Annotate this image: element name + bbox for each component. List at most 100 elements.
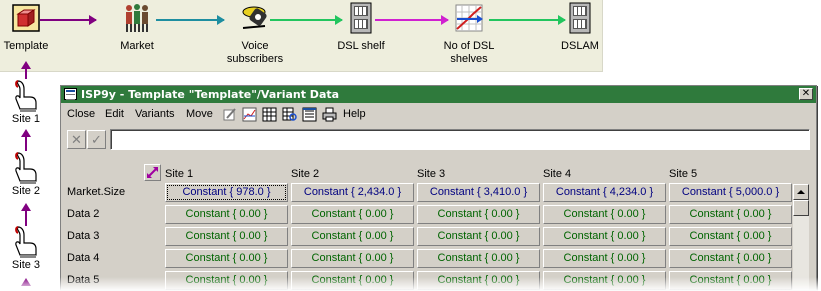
link-arrow: [21, 278, 31, 286]
equipment-rack-icon: [345, 2, 377, 34]
table-tool-button[interactable]: [261, 106, 278, 123]
diagram-node-template[interactable]: Template: [0, 0, 52, 70]
value-cell[interactable]: Constant { 0.00 }: [417, 205, 540, 224]
value-cell[interactable]: Constant { 0.00 }: [543, 249, 666, 268]
value-cell[interactable]: Constant { 0.00 }: [417, 271, 540, 290]
column-header-site-2[interactable]: Site 2: [291, 168, 319, 180]
model-diagram: Template Market Voice subscribers DSL sh…: [0, 0, 603, 72]
people-icon: [121, 2, 153, 34]
vertical-scrollbar[interactable]: [793, 184, 809, 290]
diagram-link: [40, 15, 97, 25]
column-header-site-5[interactable]: Site 5: [669, 168, 697, 180]
value-cell[interactable]: Constant { 0.00 }: [417, 227, 540, 246]
diagram-node-label: DSL shelf: [337, 40, 385, 52]
value-cell[interactable]: Constant { 0.00 }: [291, 205, 414, 224]
site-node-2[interactable]: Site 2: [4, 151, 48, 197]
site-link: [25, 135, 27, 151]
menu-move[interactable]: Move: [186, 108, 213, 120]
hand-pointer-icon: [15, 80, 37, 112]
site-label: Site 1: [11, 113, 41, 125]
edit-tool-button[interactable]: [221, 106, 238, 123]
template-cube-icon: [10, 2, 42, 34]
diagram-node-voice-subscribers[interactable]: Voice subscribers: [218, 0, 292, 70]
value-cell[interactable]: Constant { 5,000.0 }: [669, 183, 792, 202]
menu-variants[interactable]: Variants: [135, 108, 175, 120]
value-cell[interactable]: Constant { 0.00 }: [165, 227, 288, 246]
graph-icon: [453, 2, 485, 34]
find-tool-button[interactable]: [281, 106, 298, 123]
row-header-data-2[interactable]: Data 2: [67, 208, 99, 220]
site-link: [25, 209, 27, 226]
diagram-node-label: Template: [3, 40, 49, 52]
row-header-market-size[interactable]: Market.Size: [67, 186, 125, 198]
diagram-node-label: Market: [120, 40, 154, 52]
edit-icon: [223, 108, 236, 121]
menu-close[interactable]: Close: [67, 108, 95, 120]
value-cell[interactable]: Constant { 0.00 }: [669, 205, 792, 224]
print-tool-button[interactable]: [321, 106, 338, 123]
value-cell[interactable]: Constant { 0.00 }: [543, 271, 666, 290]
value-cell[interactable]: Constant { 4,234.0 }: [543, 183, 666, 202]
diagram-node-label: No of DSL shelves: [443, 40, 495, 65]
diagram-node-market[interactable]: Market: [105, 0, 169, 70]
row-header-data-5[interactable]: Data 5: [67, 274, 99, 286]
variant-data-window: ISP9y - Template "Template"/Variant Data…: [60, 85, 817, 291]
chart-icon: [242, 107, 257, 122]
value-cell[interactable]: Constant { 0.00 }: [417, 249, 540, 268]
value-cell[interactable]: Constant { 0.00 }: [165, 271, 288, 290]
value-cell[interactable]: Constant { 2,434.0 }: [291, 183, 414, 202]
site-node-3[interactable]: Site 3: [4, 225, 48, 271]
diagram-link: [489, 15, 566, 25]
window-title: ISP9y - Template "Template"/Variant Data: [81, 88, 340, 101]
expand-grid-button[interactable]: [144, 164, 161, 181]
value-cell[interactable]: Constant { 0.00 }: [291, 227, 414, 246]
hand-pointer-icon: [15, 226, 37, 258]
diagram-node-label: Voice subscribers: [226, 40, 284, 65]
value-cell[interactable]: Constant { 3,410.0 }: [417, 183, 540, 202]
table-icon: [262, 107, 277, 122]
site-label: Site 2: [11, 185, 41, 197]
list-tool-button[interactable]: [301, 106, 318, 123]
value-cell[interactable]: Constant { 0.00 }: [669, 249, 792, 268]
diagram-node-no-of-dsl-shelves[interactable]: No of DSL shelves: [436, 0, 502, 70]
diagram-node-label: DSLAM: [561, 40, 599, 52]
hand-pointer-icon: [15, 152, 37, 184]
value-cell[interactable]: Constant { 0.00 }: [543, 227, 666, 246]
find-icon: [282, 107, 297, 121]
menu-help[interactable]: Help: [343, 108, 366, 120]
column-header-site-3[interactable]: Site 3: [417, 168, 445, 180]
site-column: Site 1 Site 2 Site 3: [0, 61, 54, 291]
accept-edit-button[interactable]: ✓: [87, 130, 106, 149]
row-header-data-3[interactable]: Data 3: [67, 230, 99, 242]
value-cell[interactable]: Constant { 0.00 }: [165, 205, 288, 224]
value-cell[interactable]: Constant { 0.00 }: [165, 249, 288, 268]
value-cell[interactable]: Constant { 0.00 }: [669, 271, 792, 290]
scroll-up-button[interactable]: [793, 184, 809, 200]
site-label: Site 3: [11, 259, 41, 271]
print-icon: [322, 107, 337, 122]
column-header-site-4[interactable]: Site 4: [543, 168, 571, 180]
variant-grid: Site 1 Site 2 Site 3 Site 4 Site 5 Marke…: [61, 164, 816, 290]
row-header-data-4[interactable]: Data 4: [67, 252, 99, 264]
close-window-button[interactable]: ✕: [799, 88, 813, 100]
site-node-1[interactable]: Site 1: [4, 79, 48, 125]
app-window-icon: [64, 88, 77, 100]
diagram-node-dslam[interactable]: DSLAM: [556, 0, 604, 70]
cancel-edit-button[interactable]: ✕: [67, 130, 86, 149]
scroll-thumb[interactable]: [793, 200, 809, 216]
value-cell[interactable]: Constant { 0.00 }: [291, 249, 414, 268]
diagram-link: [270, 15, 343, 25]
diagram-node-dsl-shelf[interactable]: DSL shelf: [333, 0, 389, 70]
diagram-link: [156, 15, 225, 25]
telephone-icon: [239, 2, 271, 34]
title-bar[interactable]: ISP9y - Template "Template"/Variant Data…: [61, 86, 816, 103]
value-cell[interactable]: Constant { 0.00 }: [669, 227, 792, 246]
chart-tool-button[interactable]: [241, 106, 258, 123]
menu-edit[interactable]: Edit: [105, 108, 124, 120]
column-header-site-1[interactable]: Site 1: [165, 168, 193, 180]
value-cell[interactable]: Constant { 0.00 }: [543, 205, 666, 224]
link-arrow: [21, 61, 31, 69]
value-cell[interactable]: Constant { 0.00 }: [291, 271, 414, 290]
value-edit-field[interactable]: [110, 129, 810, 150]
value-cell[interactable]: Constant { 978.0 }: [165, 183, 288, 202]
